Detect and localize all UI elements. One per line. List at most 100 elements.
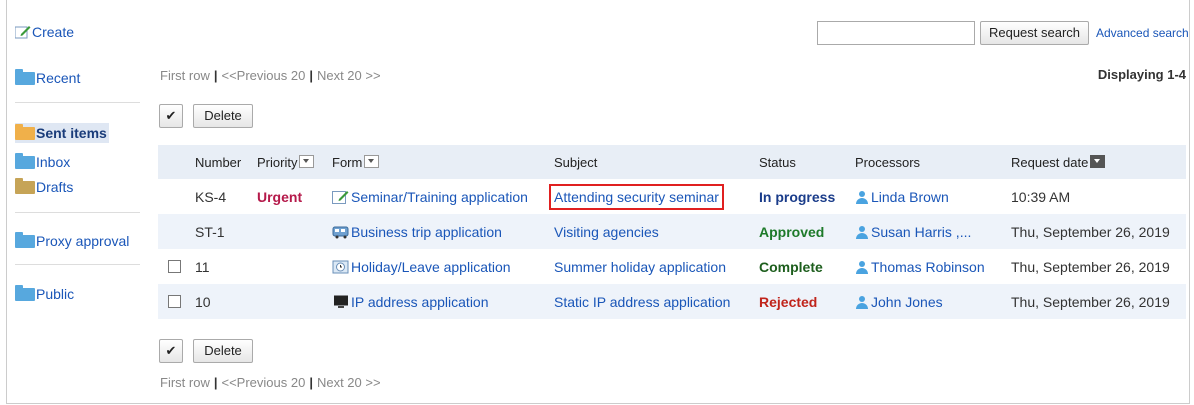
row-checkbox-cell [158,179,195,214]
date-cell: 10:39 AM [1011,179,1186,214]
first-row-link[interactable]: First row [160,68,210,83]
sort-descending-icon[interactable] [1090,154,1106,168]
column-header-status: Status [759,145,855,179]
user-icon [855,190,868,204]
row-checkbox[interactable] [168,259,181,273]
sidebar-divider [15,264,140,265]
status-cell: Approved [759,214,855,249]
column-label: Priority [257,154,298,170]
user-icon [855,225,868,239]
dropdown-arrow-icon[interactable] [299,154,315,168]
status-cell: Rejected [759,284,855,319]
select-all-button-bottom[interactable]: ✔ [159,339,183,363]
processor-cell[interactable]: Thomas Robinson [855,249,1011,284]
form-link[interactable]: Holiday/Leave application [351,259,511,275]
delete-button-bottom[interactable]: Delete [193,339,253,363]
form-link[interactable]: Seminar/Training application [351,189,528,205]
dropdown-arrow-icon[interactable] [364,154,380,168]
search-input[interactable] [817,21,975,45]
sidebar-item-label: Public [36,286,75,302]
row-checkbox-cell[interactable] [158,249,195,284]
column-header-number: Number [195,145,257,179]
priority-cell [257,214,332,249]
number-cell: 10 [195,284,257,319]
sidebar-item-public[interactable]: Public [15,285,75,302]
subject-cell[interactable]: Visiting agencies [554,214,759,249]
subject-cell[interactable]: Static IP address application [554,284,759,319]
delete-button[interactable]: Delete [193,104,253,128]
form-cell[interactable]: Holiday/Leave application [332,249,554,284]
next-20-link[interactable]: Next 20 >> [317,375,381,390]
pager-separator: | [213,68,218,83]
sidebar-item-label: Inbox [36,154,71,170]
table-row[interactable]: ST-1 Business trip application Visiting … [158,214,1186,249]
processor-cell[interactable]: Susan Harris ,... [855,214,1011,249]
folder-icon [15,232,35,248]
status-cell: In progress [759,179,855,214]
sidebar-item-label: Sent items [36,125,107,141]
column-label: Form [332,154,363,170]
clock-calendar-icon [332,260,349,273]
folder-open-icon [15,124,35,140]
sidebar-item-inbox[interactable]: Inbox [15,153,71,170]
number-cell: KS-4 [195,179,257,214]
subject-cell[interactable]: Summer holiday application [554,249,759,284]
folder-icon [15,285,35,301]
folder-icon [15,153,35,169]
sidebar-item-recent[interactable]: Recent [15,69,80,86]
table-header-row: Number Priority Form Subject Status Proc… [158,145,1186,179]
subject-link[interactable]: Attending security seminar [549,183,724,210]
table-row[interactable]: 10 IP address application Static IP addr… [158,284,1186,319]
priority-cell [257,249,332,284]
sidebar-item-proxy-approval[interactable]: Proxy approval [15,232,129,249]
computer-monitor-icon [334,295,348,308]
select-all-button[interactable]: ✔ [159,104,183,128]
sidebar-item-label: Drafts [36,179,74,195]
processor-link[interactable]: John Jones [871,294,943,310]
subject-link[interactable]: Summer holiday application [554,259,726,275]
processor-cell[interactable]: John Jones [855,284,1011,319]
form-link[interactable]: Business trip application [351,224,502,240]
subject-link[interactable]: Static IP address application [554,294,730,310]
previous-20-link[interactable]: <<Previous 20 [221,68,305,83]
pencil-edit-icon [15,26,31,39]
sidebar-item-drafts[interactable]: Drafts [15,178,74,195]
table-row[interactable]: KS-4 Urgent Seminar/Training application… [158,179,1186,214]
header-checkbox-cell [158,145,195,179]
table-row[interactable]: 11 Holiday/Leave application Summer holi… [158,249,1186,284]
date-cell: Thu, September 26, 2019 [1011,284,1186,319]
column-label: Request date [1011,154,1089,170]
pager-separator: | [309,68,313,83]
row-checkbox-cell[interactable] [158,284,195,319]
form-link[interactable]: IP address application [351,294,489,310]
pager-separator: | [213,375,218,390]
subject-cell[interactable]: Attending security seminar [549,179,759,214]
processor-link[interactable]: Susan Harris ,... [871,224,971,240]
form-cell[interactable]: Business trip application [332,214,554,249]
advanced-search-link[interactable]: Advanced search [1096,26,1189,40]
first-row-link[interactable]: First row [160,375,210,390]
column-header-request-date[interactable]: Request date [1011,145,1186,179]
user-icon [855,260,868,274]
next-20-link[interactable]: Next 20 >> [317,68,381,83]
column-header-form[interactable]: Form [332,145,554,179]
processor-link[interactable]: Linda Brown [871,189,949,205]
column-header-priority[interactable]: Priority [257,145,332,179]
number-cell: 11 [195,249,257,284]
sidebar-item-sent-items[interactable]: Sent items [15,123,109,143]
processor-link[interactable]: Thomas Robinson [871,259,985,275]
column-header-processors: Processors [855,145,1011,179]
date-cell: Thu, September 26, 2019 [1011,249,1186,284]
subject-link[interactable]: Visiting agencies [554,224,659,240]
previous-20-link[interactable]: <<Previous 20 [221,375,305,390]
create-link[interactable]: Create [15,24,74,40]
priority-cell [257,284,332,319]
processor-cell[interactable]: Linda Brown [855,179,1011,214]
request-search-button[interactable]: Request search [980,21,1089,45]
column-header-subject: Subject [554,145,759,179]
form-cell[interactable]: Seminar/Training application [332,179,554,214]
sidebar-divider [15,212,140,213]
form-cell[interactable]: IP address application [332,284,554,319]
request-table: Number Priority Form Subject Status Proc… [158,145,1186,319]
row-checkbox[interactable] [168,294,181,308]
